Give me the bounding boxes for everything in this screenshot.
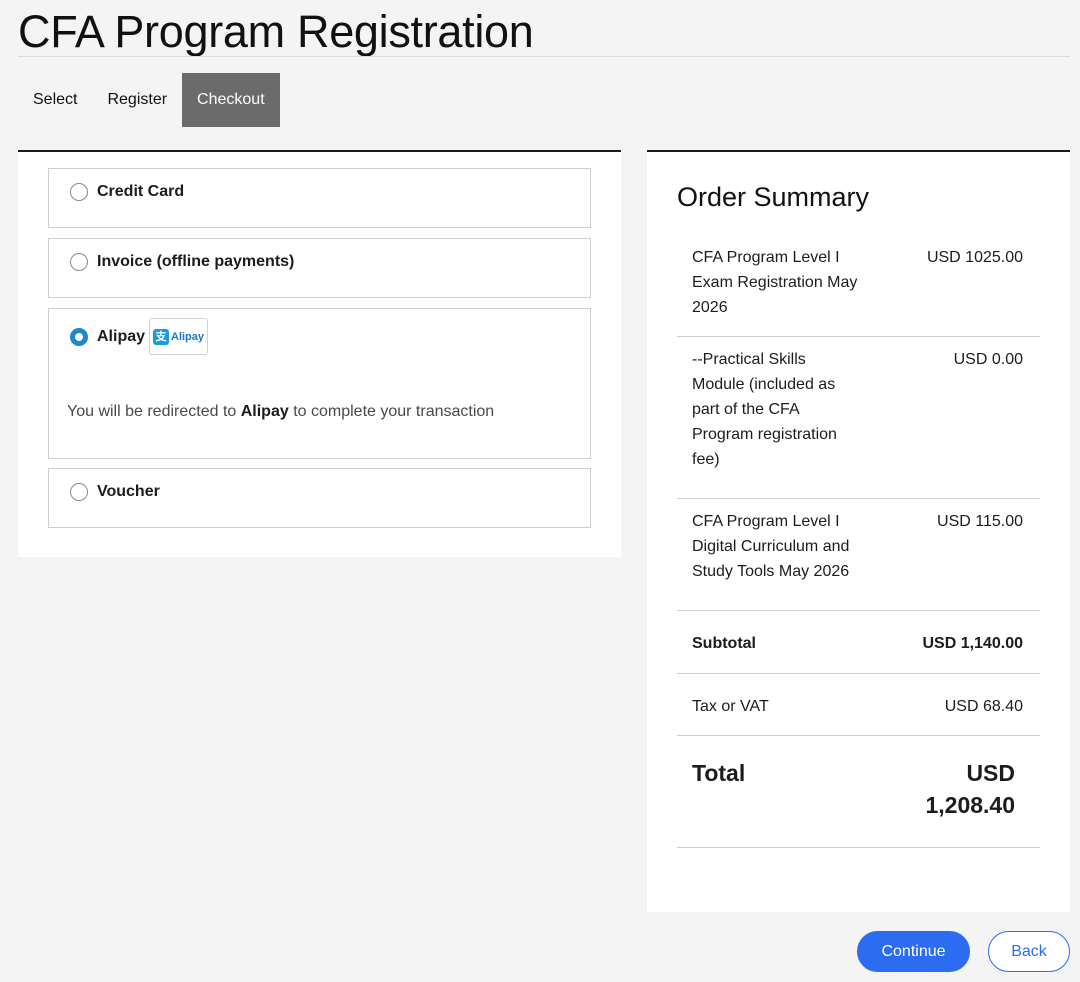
line-item-description: --Practical Skills Module (included as p… xyxy=(692,351,837,468)
order-line-item: --Practical Skills Module (included as p… xyxy=(677,337,1040,499)
total-amount: USD 1,208.40 xyxy=(925,760,1015,818)
continue-button[interactable]: Continue xyxy=(857,931,970,972)
voucher-label: Voucher xyxy=(97,483,160,500)
subtotal-row: Subtotal USD 1,140.00 xyxy=(677,611,1040,674)
order-summary-list: CFA Program Level I Exam Registration Ma… xyxy=(677,235,1040,848)
page-title: CFA Program Registration xyxy=(18,6,534,57)
credit-card-label: Credit Card xyxy=(97,183,185,200)
order-summary-title: Order Summary xyxy=(677,182,870,212)
line-item-amount: USD 1025.00 xyxy=(926,249,1023,266)
line-item-amount: USD 115.00 xyxy=(937,513,1023,530)
total-label: Total xyxy=(692,760,746,786)
voucher-radio[interactable] xyxy=(70,483,88,501)
credit-card-radio[interactable] xyxy=(70,183,88,201)
alipay-logo-text: Alipay xyxy=(171,330,205,343)
order-summary-panel: Order Summary CFA Program Level I Exam R… xyxy=(647,150,1070,912)
alipay-icon: 支 xyxy=(153,328,169,345)
order-line-item: CFA Program Level I Digital Curriculum a… xyxy=(677,499,1040,611)
payment-option-voucher[interactable]: Voucher xyxy=(48,468,591,528)
invoice-label: Invoice (offline payments) xyxy=(97,253,295,270)
title-divider xyxy=(18,56,1070,57)
back-button[interactable]: Back xyxy=(988,931,1070,972)
step-select[interactable]: Select xyxy=(18,73,92,127)
alipay-logo: 支 Alipay xyxy=(149,318,209,355)
step-tabs: Select Register Checkout xyxy=(18,73,280,127)
alipay-label: Alipay xyxy=(97,327,146,345)
line-item-amount: USD 0.00 xyxy=(953,351,1023,368)
step-checkout[interactable]: Checkout xyxy=(182,73,280,127)
subtotal-label: Subtotal xyxy=(692,635,756,652)
tax-label: Tax or VAT xyxy=(692,698,769,715)
line-item-description: CFA Program Level I Digital Curriculum a… xyxy=(692,513,850,580)
redirect-message: You will be redirected to Alipay to comp… xyxy=(67,403,495,420)
order-line-item: CFA Program Level I Exam Registration Ma… xyxy=(677,235,1040,337)
redirect-provider: Alipay xyxy=(240,403,289,420)
payment-methods-panel: Credit Card Invoice (offline payments) A… xyxy=(18,150,621,557)
tax-row: Tax or VAT USD 68.40 xyxy=(677,674,1040,736)
tax-amount: USD 68.40 xyxy=(944,698,1023,715)
line-item-description: CFA Program Level I Exam Registration Ma… xyxy=(692,249,858,316)
alipay-radio[interactable] xyxy=(70,327,88,346)
step-register[interactable]: Register xyxy=(92,73,182,127)
payment-option-credit-card[interactable]: Credit Card xyxy=(48,168,591,228)
payment-option-alipay[interactable]: Alipay 支 Alipay You will be redirected t… xyxy=(48,308,591,459)
invoice-radio[interactable] xyxy=(70,253,88,271)
subtotal-amount: USD 1,140.00 xyxy=(922,635,1023,652)
total-row: Total USD 1,208.40 xyxy=(677,736,1040,848)
payment-option-invoice[interactable]: Invoice (offline payments) xyxy=(48,238,591,298)
